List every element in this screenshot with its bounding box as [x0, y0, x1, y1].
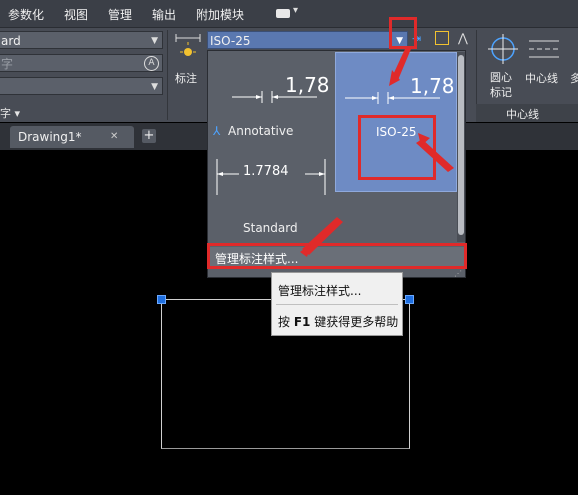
annotation-arrows	[300, 49, 454, 257]
